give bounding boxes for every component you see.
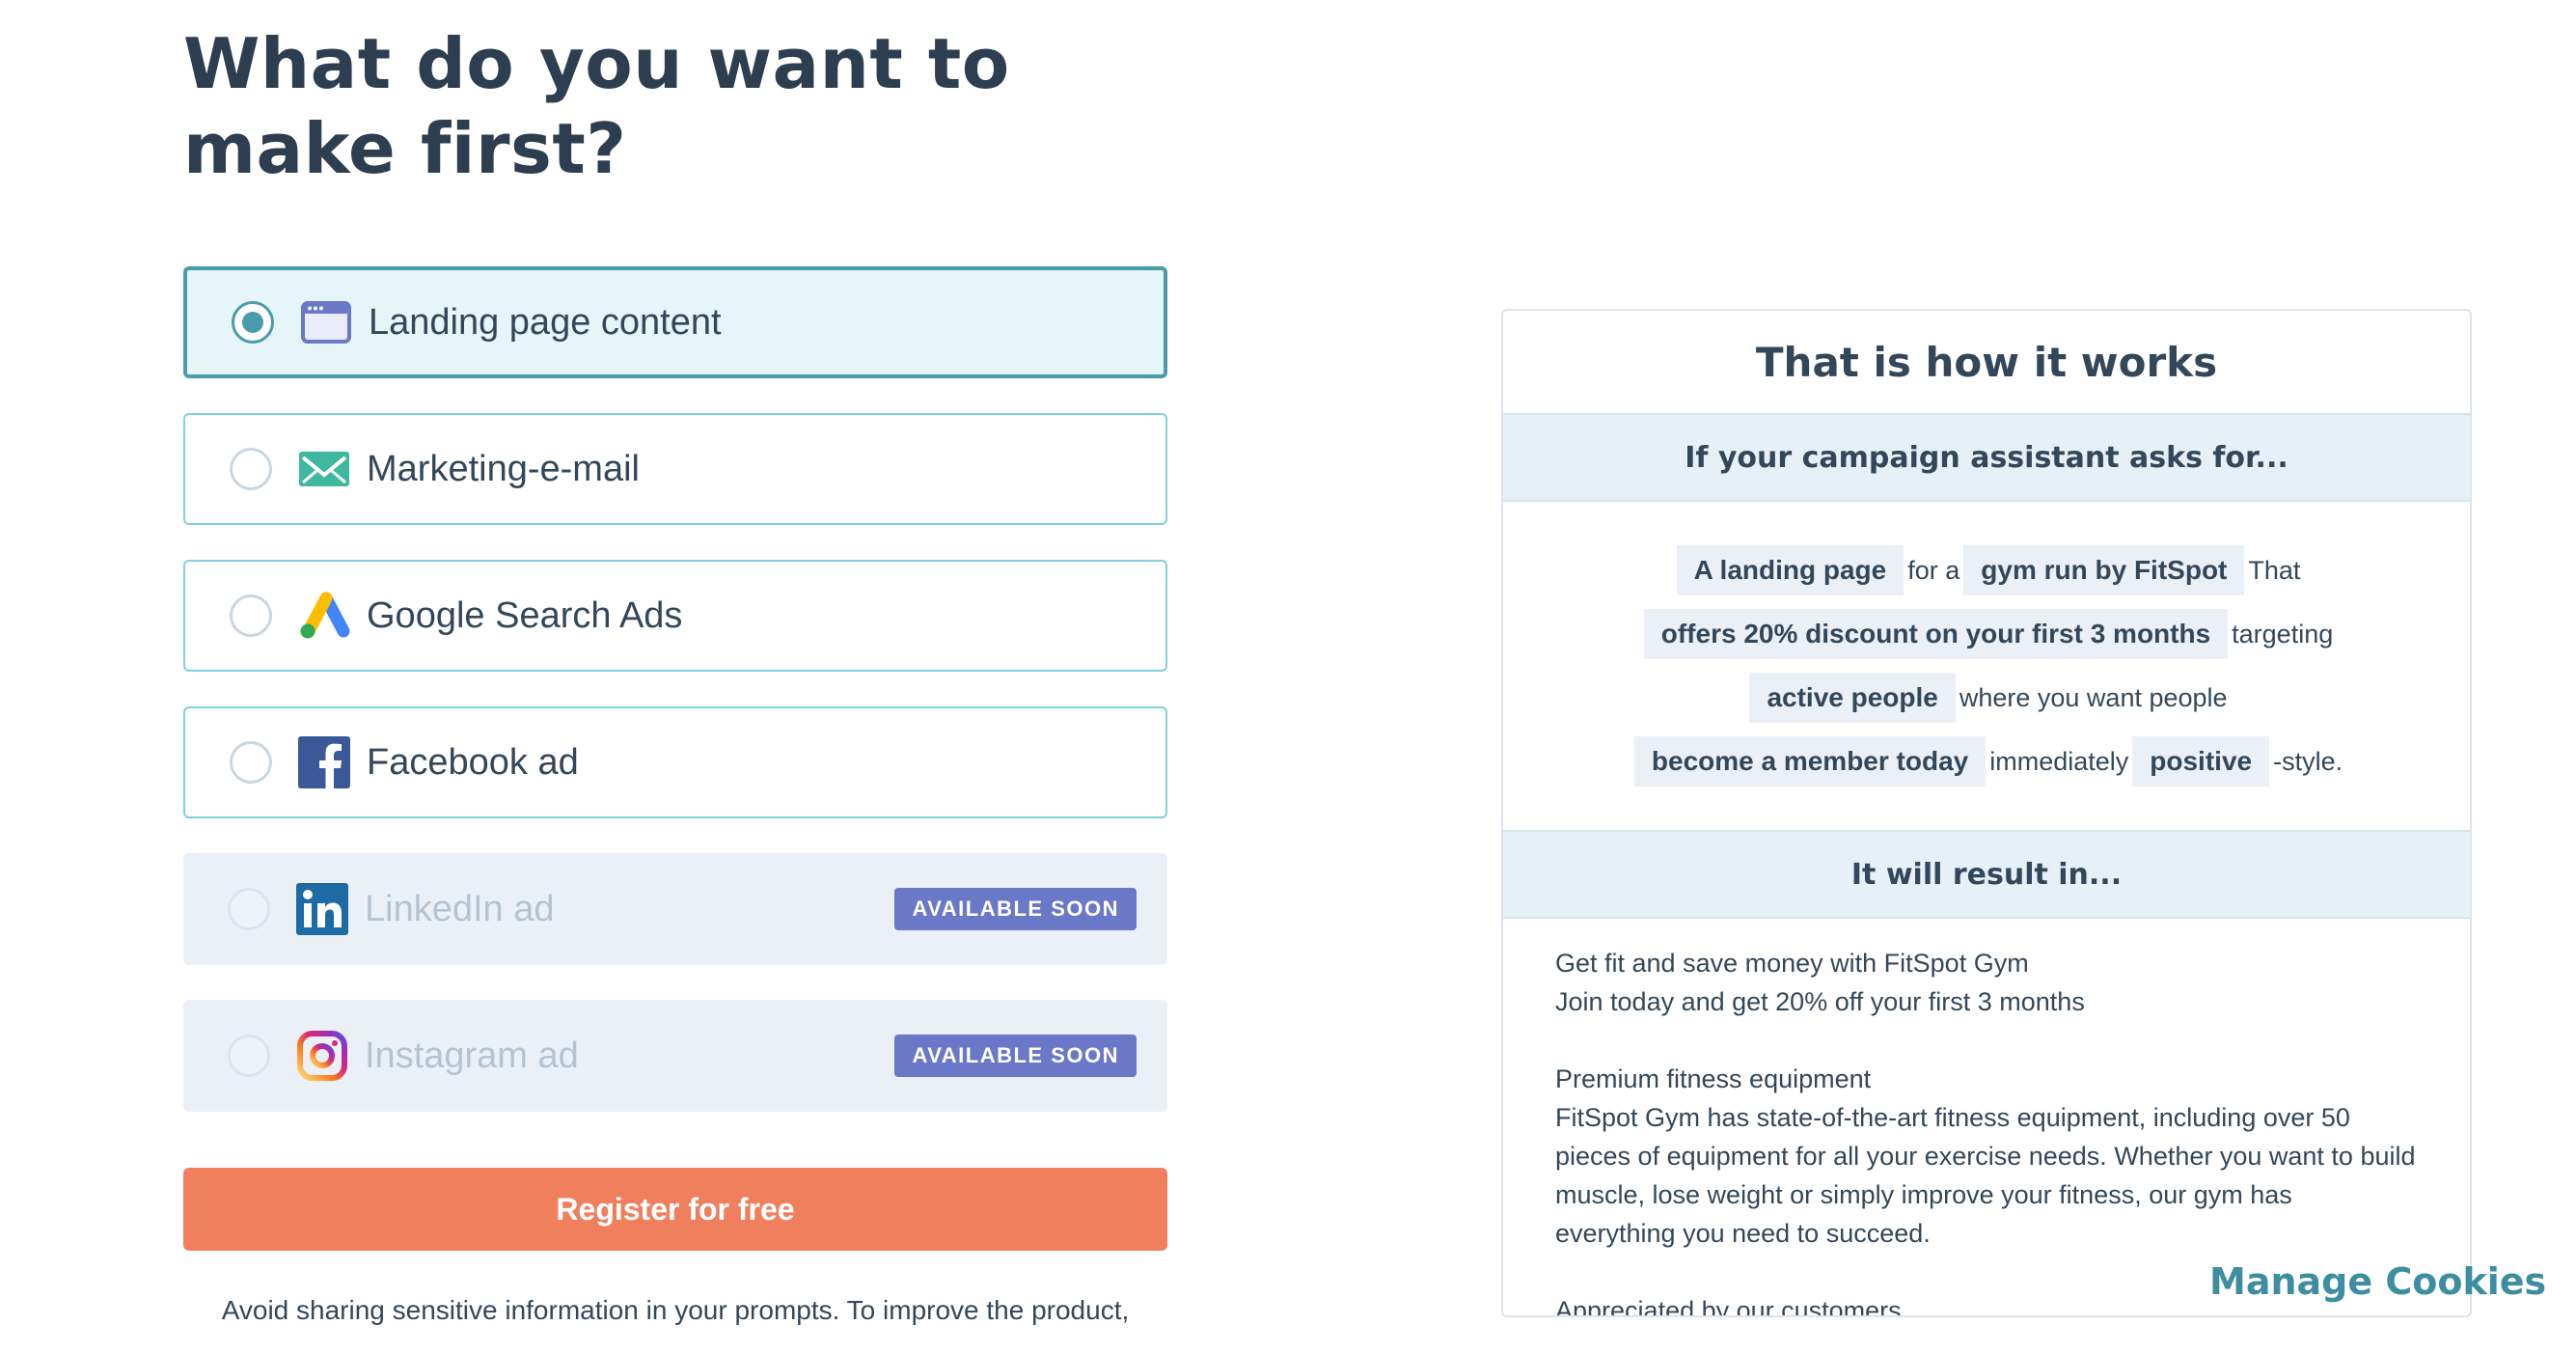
facebook-icon	[297, 735, 351, 789]
option-label: Instagram ad	[365, 1035, 579, 1076]
option-label: Facebook ad	[367, 741, 579, 783]
option-instagram-ad: Instagram ad AVAILABLE SOON	[183, 1000, 1167, 1112]
prompt-line: A landing page for a gym run by FitSpot …	[1542, 538, 2431, 602]
result-heading: It will result in...	[1503, 830, 2470, 919]
result-subline: Join today and get 20% off your first 3 …	[1555, 987, 2085, 1016]
prompt-chip: active people	[1749, 673, 1956, 723]
available-soon-badge: AVAILABLE SOON	[894, 1035, 1137, 1077]
radio-selected[interactable]	[232, 301, 274, 344]
option-label: Google Search Ads	[367, 594, 683, 636]
page-title: What do you want to make first?	[183, 23, 1010, 189]
asks-heading: If your campaign assistant asks for...	[1503, 413, 2470, 502]
manage-cookies-link[interactable]: Manage Cookies	[2209, 1260, 2546, 1303]
prompt-chip: A landing page	[1676, 545, 1905, 595]
envelope-icon	[297, 442, 351, 496]
option-linkedin-ad: LinkedIn ad AVAILABLE SOON	[183, 853, 1167, 965]
result-headline: Get fit and save money with FitSpot Gym	[1555, 949, 2029, 978]
prompt-text: immediately	[1989, 746, 2129, 776]
option-marketing-email[interactable]: Marketing-e-mail	[183, 413, 1167, 525]
radio-unselected[interactable]	[230, 741, 272, 784]
radio-unselected[interactable]	[230, 594, 272, 637]
prompt-line: become a member today immediately positi…	[1542, 730, 2431, 793]
prompt-chip: gym run by FitSpot	[1963, 545, 2245, 595]
radio-unselected[interactable]	[230, 448, 272, 490]
option-facebook-ad[interactable]: Facebook ad	[183, 706, 1167, 818]
result-section-title: Appreciated by our customers	[1555, 1296, 1902, 1317]
prompt-chip: positive	[2132, 736, 2270, 787]
result-section-title: Premium fitness equipment	[1555, 1064, 1872, 1093]
option-google-search-ads[interactable]: Google Search Ads	[183, 560, 1167, 672]
option-label: Marketing-e-mail	[367, 448, 640, 489]
available-soon-badge: AVAILABLE SOON	[894, 888, 1137, 930]
how-it-works-title: That is how it works	[1755, 338, 2218, 386]
prompt-text: -style.	[2273, 746, 2343, 776]
how-it-works-panel: That is how it works If your campaign as…	[1501, 309, 2472, 1317]
register-button[interactable]: Register for free	[183, 1168, 1167, 1251]
option-label: LinkedIn ad	[365, 888, 555, 929]
privacy-disclaimer: Avoid sharing sensitive information in y…	[221, 1295, 1130, 1325]
google-ads-icon	[297, 589, 351, 643]
option-label: Landing page content	[369, 301, 722, 343]
content-type-options: Landing page content Marketing-e-mail Go…	[183, 266, 1167, 1146]
instagram-icon	[295, 1029, 349, 1083]
prompt-text: targeting	[2232, 619, 2334, 649]
option-landing-page[interactable]: Landing page content	[183, 266, 1167, 378]
prompt-chip: become a member today	[1633, 736, 1987, 787]
browser-window-icon	[299, 295, 353, 349]
prompt-text: where you want people	[1959, 682, 2228, 712]
prompt-chip: offers 20% discount on your first 3 mont…	[1643, 609, 2229, 659]
linkedin-icon	[295, 882, 349, 936]
result-paragraph: FitSpot Gym has state-of-the-art fitness…	[1555, 1103, 2416, 1248]
prompt-text: That	[2248, 555, 2301, 585]
example-result: Get fit and save money with FitSpot Gym …	[1503, 919, 2470, 1317]
prompt-line: offers 20% discount on your first 3 mont…	[1542, 602, 2431, 666]
radio-disabled	[228, 1035, 270, 1077]
prompt-text: for a	[1907, 555, 1960, 585]
example-prompt: A landing page for a gym run by FitSpot …	[1503, 502, 2470, 830]
prompt-line: active people where you want people	[1542, 666, 2431, 730]
radio-disabled	[228, 888, 270, 930]
